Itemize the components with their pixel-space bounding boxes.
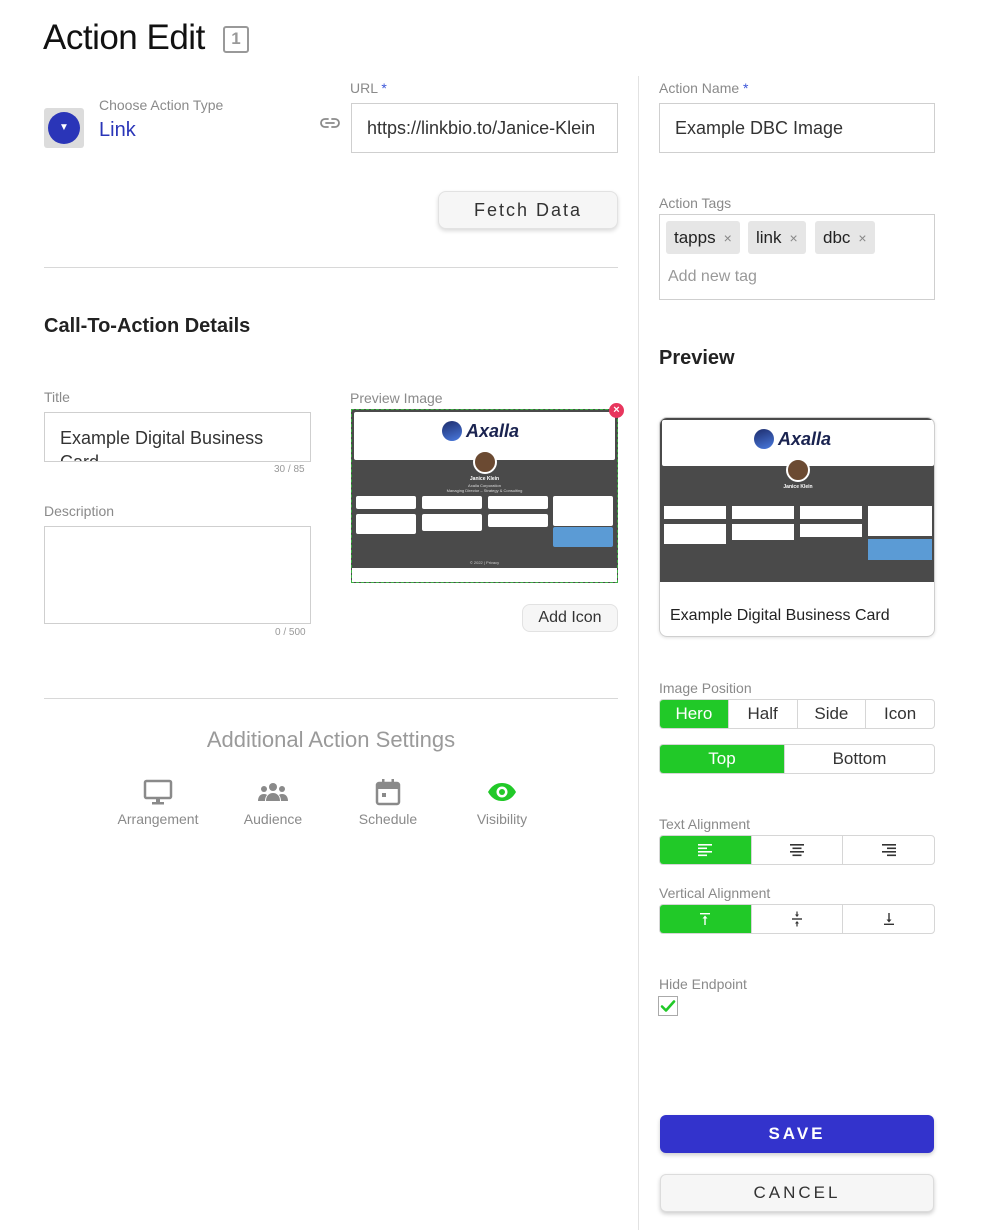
checkmark-icon bbox=[660, 1000, 676, 1012]
image-position-label: Image Position bbox=[659, 680, 752, 696]
card-tile bbox=[356, 514, 416, 534]
preview-card-title: Example Digital Business Card bbox=[670, 607, 890, 624]
calendar-icon bbox=[338, 777, 438, 807]
image-position-selector: Hero Half Side Icon bbox=[659, 699, 935, 729]
card-footer: © 2022 | Privacy bbox=[469, 560, 500, 565]
action-type-value[interactable]: Link bbox=[99, 119, 136, 142]
card-tile bbox=[488, 496, 548, 509]
align-middle-icon[interactable] bbox=[750, 905, 843, 933]
card-tile bbox=[800, 524, 862, 537]
hide-endpoint-checkbox[interactable] bbox=[658, 996, 678, 1016]
preview-card: Axalla Janice Klein Example Digital Busi… bbox=[659, 417, 935, 637]
tag-chip: tapps × bbox=[666, 221, 740, 254]
divider bbox=[44, 267, 618, 268]
align-top-icon[interactable] bbox=[660, 905, 751, 933]
action-name-input[interactable]: Example DBC Image bbox=[659, 103, 935, 153]
add-tag-input[interactable]: Add new tag bbox=[668, 268, 757, 286]
brand-name: Axalla bbox=[778, 429, 832, 449]
avatar bbox=[473, 450, 497, 474]
chevron-down-icon: ▼ bbox=[48, 112, 80, 144]
remove-tag-icon[interactable]: × bbox=[724, 230, 732, 246]
card-person-name: Janice Klein bbox=[783, 484, 813, 490]
additional-settings-title: Additional Action Settings bbox=[206, 727, 456, 752]
save-button[interactable]: SAVE bbox=[660, 1115, 934, 1153]
card-tile bbox=[732, 524, 794, 540]
cancel-button[interactable]: CANCEL bbox=[660, 1174, 934, 1212]
setting-arrangement[interactable]: Arrangement bbox=[108, 777, 208, 827]
page-title: Action Edit bbox=[43, 18, 205, 57]
vertical-alignment-selector bbox=[659, 904, 935, 934]
tag-chip: dbc × bbox=[815, 221, 875, 254]
image-position-half[interactable]: Half bbox=[727, 700, 797, 728]
card-tile bbox=[553, 527, 613, 547]
description-label: Description bbox=[44, 503, 115, 519]
remove-tag-icon[interactable]: × bbox=[858, 230, 866, 246]
url-input[interactable]: https://linkbio.to/Janice-Klein bbox=[351, 103, 618, 153]
action-type-label: Choose Action Type bbox=[99, 97, 224, 113]
card-tile bbox=[664, 506, 726, 519]
eye-icon bbox=[452, 777, 552, 807]
title-counter: 30 / 85 bbox=[274, 464, 305, 475]
text-alignment-label: Text Alignment bbox=[659, 816, 751, 832]
title-badge: 1 bbox=[223, 26, 249, 53]
align-left-icon[interactable] bbox=[660, 836, 751, 864]
align-right-icon[interactable] bbox=[842, 836, 934, 864]
link-icon bbox=[320, 116, 340, 135]
preview-title: Preview bbox=[659, 347, 735, 369]
card-tile bbox=[488, 514, 548, 527]
action-tags-label: Action Tags bbox=[659, 195, 732, 211]
remove-tag-icon[interactable]: × bbox=[790, 230, 798, 246]
people-icon bbox=[223, 777, 323, 807]
preview-image[interactable]: Axalla Janice Klein Axalla Corporation M… bbox=[351, 409, 618, 583]
column-divider bbox=[638, 76, 639, 1230]
url-label: URL * bbox=[350, 80, 387, 96]
description-textarea[interactable] bbox=[44, 526, 311, 624]
brand-logo-icon bbox=[442, 421, 462, 441]
tag-chip: link × bbox=[748, 221, 806, 254]
card-tile bbox=[868, 539, 932, 560]
title-label: Title bbox=[44, 389, 70, 405]
avatar bbox=[786, 458, 810, 482]
image-vertical-top[interactable]: Top bbox=[660, 745, 784, 773]
add-icon-button[interactable]: Add Icon bbox=[522, 604, 618, 632]
title-input[interactable]: Example Digital Business Card bbox=[44, 412, 311, 462]
card-tile bbox=[422, 496, 482, 509]
image-position-icon[interactable]: Icon bbox=[865, 700, 934, 728]
cta-section-title: Call-To-Action Details bbox=[44, 315, 251, 337]
card-tile bbox=[868, 506, 932, 536]
setting-audience[interactable]: Audience bbox=[223, 777, 323, 827]
action-type-selector[interactable]: ▼ bbox=[44, 108, 84, 148]
card-tile bbox=[422, 514, 482, 531]
card-role: Managing Director – Strategy & Consultin… bbox=[446, 488, 523, 493]
preview-card-image: Axalla Janice Klein bbox=[660, 418, 934, 598]
card-tile bbox=[553, 496, 613, 526]
action-name-label: Action Name * bbox=[659, 80, 749, 96]
image-vertical-selector: Top Bottom bbox=[659, 744, 935, 774]
brand-name: Axalla bbox=[466, 421, 520, 441]
fetch-data-button[interactable]: Fetch Data bbox=[438, 191, 618, 229]
card-tile bbox=[664, 524, 726, 544]
image-position-hero[interactable]: Hero bbox=[660, 700, 728, 728]
card-person-name: Janice Klein bbox=[469, 476, 500, 482]
image-position-side[interactable]: Side bbox=[796, 700, 866, 728]
setting-schedule[interactable]: Schedule bbox=[338, 777, 438, 827]
remove-image-icon[interactable]: × bbox=[609, 403, 624, 418]
hide-endpoint-label: Hide Endpoint bbox=[659, 976, 747, 992]
brand-logo-icon bbox=[754, 429, 774, 449]
align-bottom-icon[interactable] bbox=[842, 905, 934, 933]
card-tile bbox=[800, 506, 862, 519]
text-alignment-selector bbox=[659, 835, 935, 865]
align-center-icon[interactable] bbox=[750, 836, 843, 864]
card-tile bbox=[732, 506, 794, 519]
description-counter: 0 / 500 bbox=[275, 627, 306, 638]
divider bbox=[44, 698, 618, 699]
card-tile bbox=[356, 496, 416, 509]
setting-visibility[interactable]: Visibility bbox=[452, 777, 552, 827]
card-bottom-nav bbox=[352, 568, 617, 582]
monitor-icon bbox=[108, 777, 208, 807]
image-vertical-bottom[interactable]: Bottom bbox=[784, 745, 934, 773]
vertical-alignment-label: Vertical Alignment bbox=[659, 885, 771, 901]
preview-image-label: Preview Image bbox=[350, 390, 443, 406]
